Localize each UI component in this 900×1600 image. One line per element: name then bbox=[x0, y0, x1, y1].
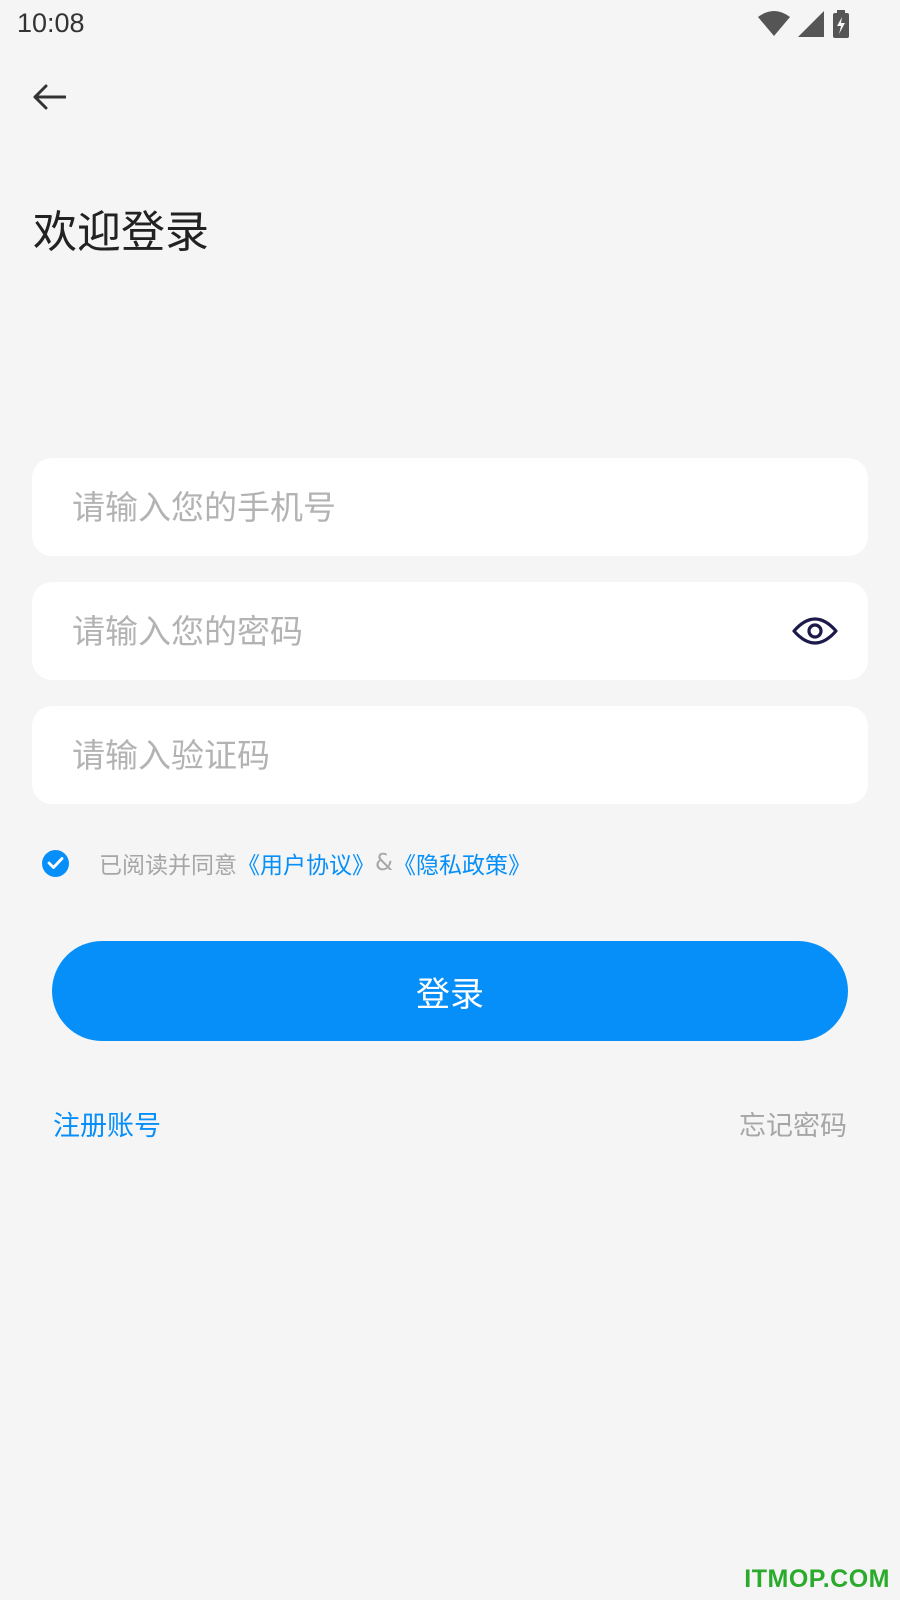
agreement-prefix: 已阅读并同意 bbox=[99, 853, 237, 879]
signal-icon bbox=[798, 11, 824, 37]
status-time: 10:08 bbox=[17, 8, 85, 38]
password-visibility-toggle[interactable] bbox=[792, 609, 838, 653]
login-button[interactable]: 登录 bbox=[52, 941, 848, 1041]
watermark-logo: ITMOP.COM bbox=[744, 1565, 890, 1593]
eye-icon bbox=[792, 617, 838, 645]
register-link[interactable]: 注册账号 bbox=[53, 1104, 161, 1143]
agreement-separator: & bbox=[375, 850, 393, 876]
forgot-password-link[interactable]: 忘记密码 bbox=[739, 1104, 847, 1143]
status-icons bbox=[758, 10, 850, 38]
password-field[interactable] bbox=[32, 582, 868, 680]
privacy-policy-link[interactable]: 《隐私政策》 bbox=[393, 846, 531, 880]
phone-input[interactable] bbox=[72, 458, 772, 556]
user-agreement-link[interactable]: 《用户协议》 bbox=[237, 846, 375, 880]
agreement-row: 已阅读并同意 《用户协议》 & 《隐私政策》 bbox=[42, 846, 531, 880]
verification-code-input[interactable] bbox=[72, 706, 772, 804]
agreement-checkbox[interactable] bbox=[42, 849, 69, 877]
password-input[interactable] bbox=[72, 582, 772, 680]
arrow-left-icon bbox=[33, 84, 66, 110]
wifi-icon bbox=[758, 11, 790, 36]
back-button[interactable] bbox=[28, 76, 70, 118]
page-title: 欢迎登录 bbox=[33, 207, 209, 258]
phone-field[interactable] bbox=[32, 458, 868, 556]
check-icon bbox=[47, 857, 64, 869]
status-bar: 10:08 bbox=[0, 0, 900, 50]
battery-charging-icon bbox=[833, 10, 849, 38]
agreement-text: 已阅读并同意 《用户协议》 & 《隐私政策》 bbox=[99, 846, 531, 880]
verification-code-field[interactable] bbox=[32, 706, 868, 804]
